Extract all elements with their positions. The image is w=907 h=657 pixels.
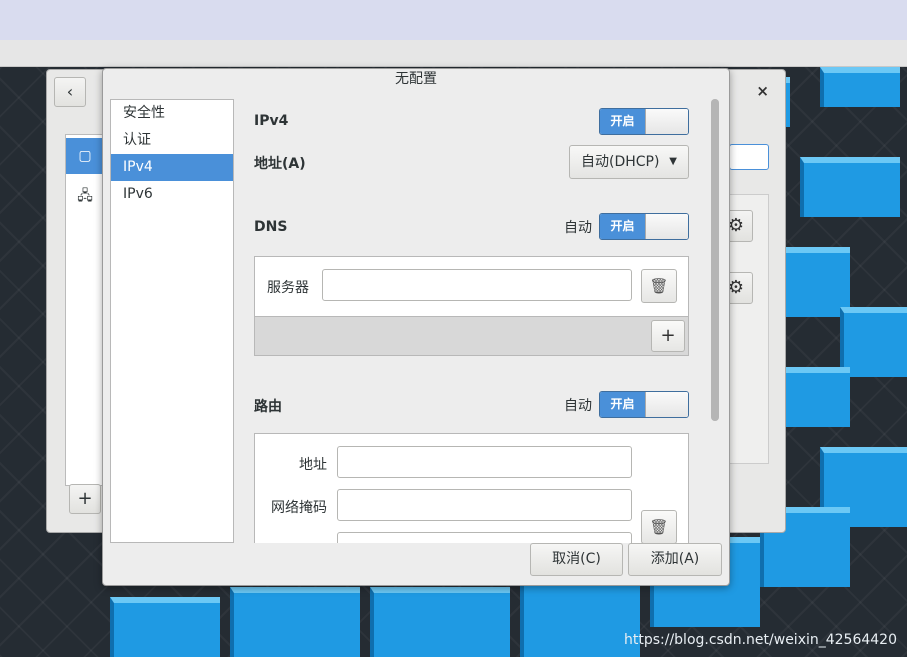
connection-item-selected[interactable]: ▢ [66,138,104,174]
routes-box: 地址 网络掩码 网关 🗑 [254,433,689,543]
add-button[interactable]: 添加(A) [628,543,722,576]
address-method-value: 自动(DHCP) [581,154,660,170]
route-netmask-label: 网络掩码 [271,500,327,516]
sidebar-item-auth[interactable]: 认证 [111,127,233,154]
switch-knob [645,109,688,134]
cancel-button[interactable]: 取消(C) [530,543,623,576]
dns-server-box: 服务器 🗑 + [254,256,689,356]
address-method-dropdown[interactable]: 自动(DHCP) ▼ [569,145,689,179]
trash-icon: 🗑 [649,518,669,536]
plus-icon: + [660,325,676,346]
switch-knob [645,214,688,239]
watermark-text: https://blog.csdn.net/weixin_42564420 [623,632,897,648]
add-connection-button[interactable]: + [69,484,101,514]
route-address-label: 地址 [299,457,327,473]
connection-field[interactable] [729,144,769,170]
gear-icon: ⚙ [727,277,745,298]
routes-label: 路由 [254,399,282,415]
gear-icon: ⚙ [727,215,745,236]
window-title-strip [0,40,907,67]
sidebar-item-security[interactable]: 安全性 [111,100,233,127]
add-dns-button[interactable]: + [651,320,685,352]
scrollbar-thumb[interactable] [711,99,719,421]
dialog-title: 无配置 [395,71,437,87]
address-label: 地址(A) [254,156,306,172]
dns-add-bar: + [255,316,688,355]
ipv4-settings: IPv4 开启 地址(A) 自动(DHCP) ▼ DNS 自动 开启 服务器 🗑… [254,99,689,543]
route-address-input[interactable] [337,446,632,478]
sidebar-item-ipv6[interactable]: IPv6 [111,181,233,208]
network-item[interactable]: 🖧 [66,181,104,211]
switch-on-label: 开启 [600,109,645,134]
switch-on-label: 开启 [600,214,645,239]
close-button[interactable]: × [756,82,769,100]
device-icon: ▢ [78,148,92,164]
connection-dialog: 无配置 安全性 认证 IPv4 IPv6 IPv4 开启 地址(A) 自动(DH… [102,68,730,586]
back-button[interactable]: ‹ [54,77,86,107]
routes-auto-switch[interactable]: 开启 [599,391,689,418]
delete-dns-button[interactable]: 🗑 [641,269,677,303]
dns-server-label: 服务器 [267,280,309,296]
route-gateway-input[interactable] [337,532,632,543]
dns-label: DNS [254,219,288,235]
dns-auto-label: 自动 [564,220,592,236]
desktop-top-bar [0,0,907,40]
dns-auto-switch[interactable]: 开启 [599,213,689,240]
delete-route-button[interactable]: 🗑 [641,510,677,543]
network-icon: 🖧 [77,188,93,204]
switch-knob [645,392,688,417]
trash-icon: 🗑 [649,277,669,295]
chevron-left-icon: ‹ [66,82,74,101]
route-gateway-label: 网关 [255,540,327,543]
connection-list: ▢ 🖧 [65,134,105,486]
chevron-down-icon: ▼ [669,156,677,167]
ipv4-label: IPv4 [254,113,289,129]
route-netmask-input[interactable] [337,489,632,521]
routes-auto-label: 自动 [564,398,592,414]
sidebar-item-ipv4[interactable]: IPv4 [111,154,233,181]
dns-server-input[interactable] [322,269,632,301]
ipv4-switch[interactable]: 开启 [599,108,689,135]
settings-sidebar: 安全性 认证 IPv4 IPv6 [110,99,234,543]
switch-on-label: 开启 [600,392,645,417]
